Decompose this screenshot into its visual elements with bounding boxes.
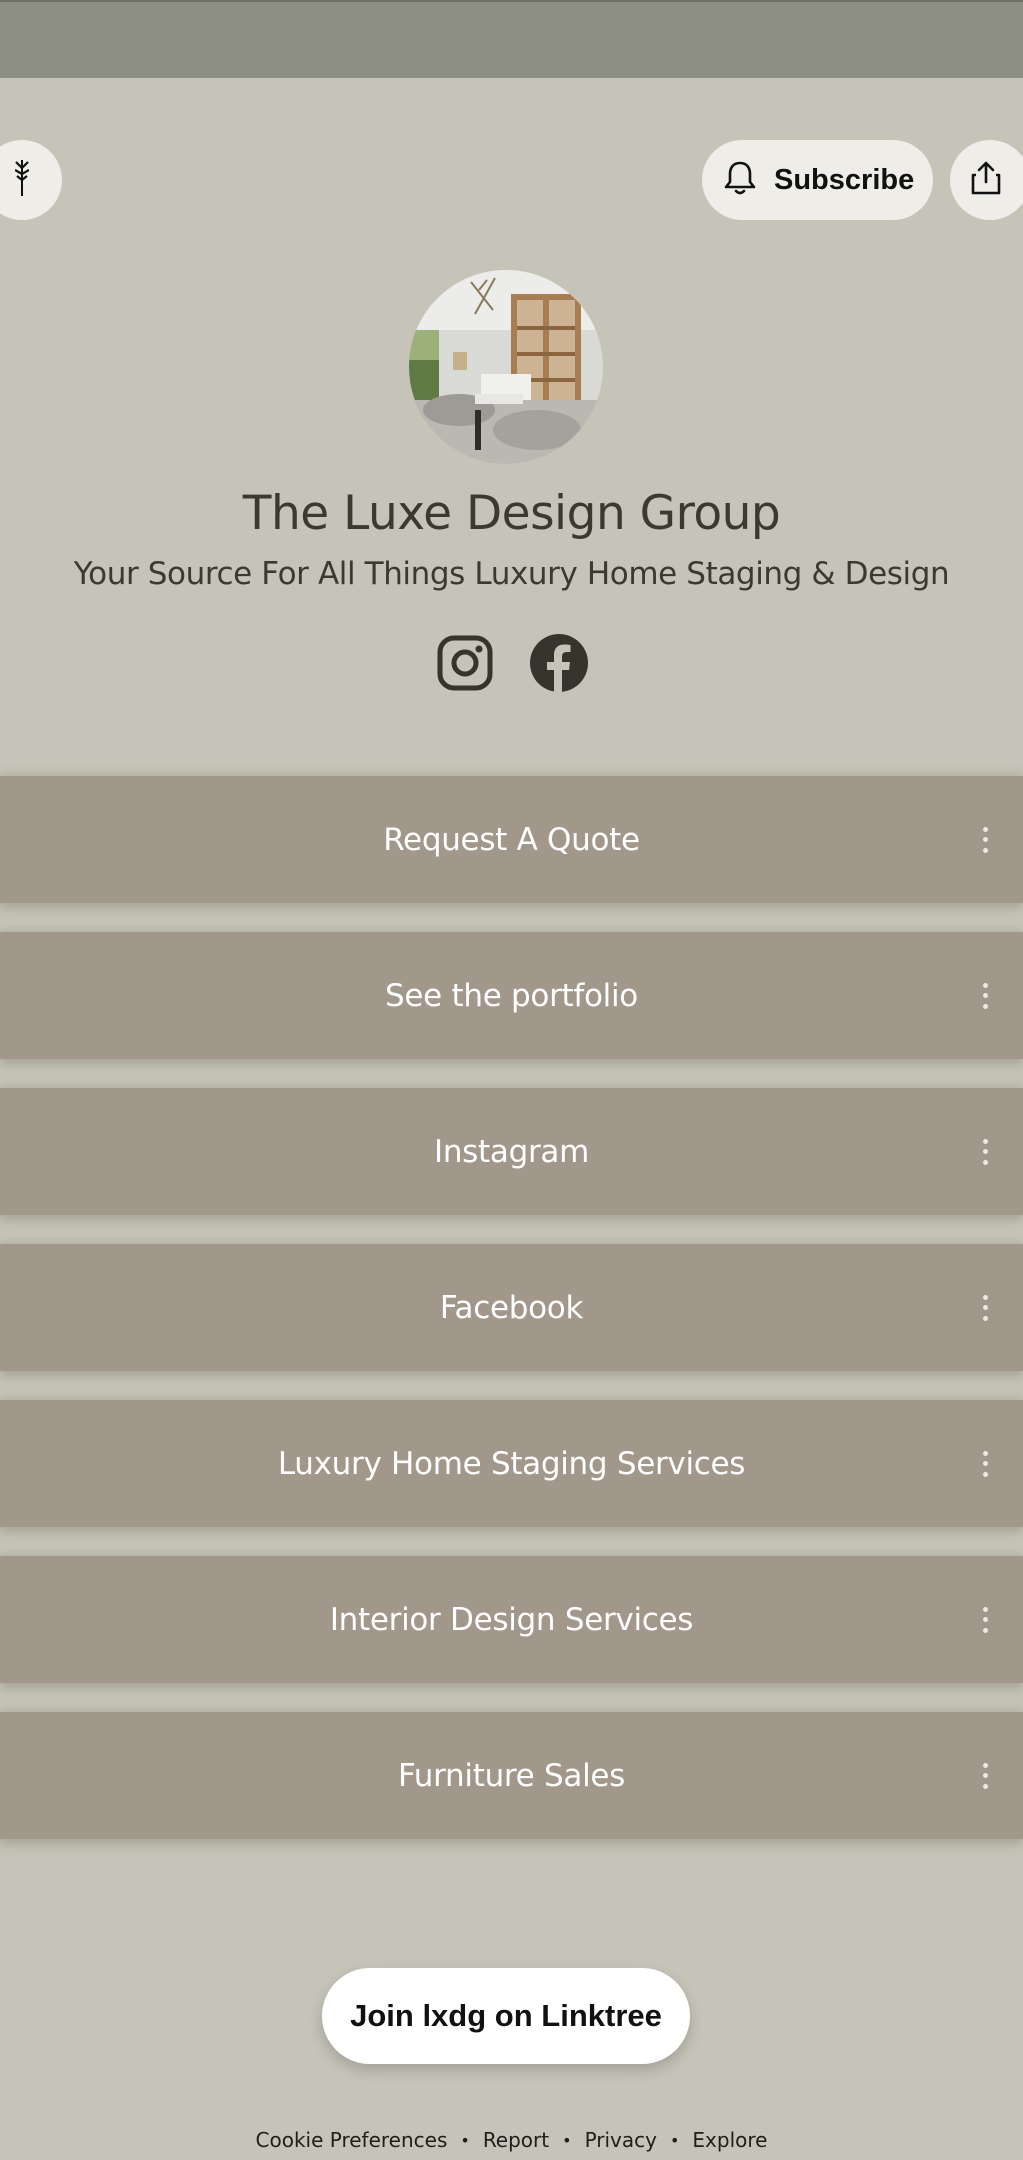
link-request-a-quote[interactable]: Request A Quote: [0, 776, 1023, 903]
facebook-icon[interactable]: [529, 633, 589, 693]
more-options-icon[interactable]: [979, 1138, 991, 1165]
more-options-icon[interactable]: [979, 1294, 991, 1321]
footer-link-explore[interactable]: Explore: [692, 2128, 767, 2152]
link-label: Interior Design Services: [329, 1601, 694, 1638]
more-options-icon[interactable]: [979, 1606, 991, 1633]
footer-link-privacy[interactable]: Privacy: [585, 2128, 657, 2152]
subscribe-button[interactable]: Subscribe: [702, 140, 933, 220]
links-list: Request A Quote See the portfolio Instag…: [0, 776, 1023, 1868]
linktree-logo-button[interactable]: [0, 140, 62, 220]
bell-icon: [724, 160, 756, 200]
profile-name: The Luxe Design Group: [242, 486, 781, 541]
more-options-icon[interactable]: [979, 1762, 991, 1789]
share-button[interactable]: [950, 140, 1023, 220]
more-options-icon[interactable]: [979, 1450, 991, 1477]
join-linktree-button[interactable]: Join lxdg on Linktree: [322, 1968, 690, 2064]
link-label: Instagram: [433, 1133, 589, 1170]
separator-dot: •: [562, 2130, 572, 2150]
link-label: See the portfolio: [385, 977, 638, 1014]
link-furniture-sales[interactable]: Furniture Sales: [0, 1712, 1023, 1839]
more-options-icon[interactable]: [979, 826, 991, 853]
subscribe-label: Subscribe: [774, 163, 915, 196]
footer: Cookie Preferences • Report • Privacy • …: [0, 2128, 1023, 2152]
separator-dot: •: [669, 2130, 680, 2150]
top-bar: [0, 0, 1023, 78]
linktree-icon: [14, 160, 30, 200]
link-label: Facebook: [439, 1289, 584, 1326]
link-facebook[interactable]: Facebook: [0, 1244, 1023, 1371]
footer-link-report[interactable]: Report: [483, 2128, 549, 2152]
link-see-the-portfolio[interactable]: See the portfolio: [0, 932, 1023, 1059]
footer-link-cookie-preferences[interactable]: Cookie Preferences: [256, 2128, 448, 2152]
link-luxury-home-staging-services[interactable]: Luxury Home Staging Services: [0, 1400, 1023, 1527]
link-label: Request A Quote: [383, 821, 640, 858]
profile-avatar: [409, 270, 603, 464]
share-icon: [970, 160, 1002, 200]
social-icons: [0, 633, 1023, 693]
link-instagram[interactable]: Instagram: [0, 1088, 1023, 1215]
more-options-icon[interactable]: [979, 982, 991, 1009]
link-interior-design-services[interactable]: Interior Design Services: [0, 1556, 1023, 1683]
link-label: Furniture Sales: [397, 1757, 626, 1794]
profile-bio: Your Source For All Things Luxury Home S…: [73, 556, 950, 592]
link-label: Luxury Home Staging Services: [277, 1445, 746, 1482]
instagram-icon[interactable]: [435, 633, 495, 693]
separator-dot: •: [460, 2130, 470, 2150]
